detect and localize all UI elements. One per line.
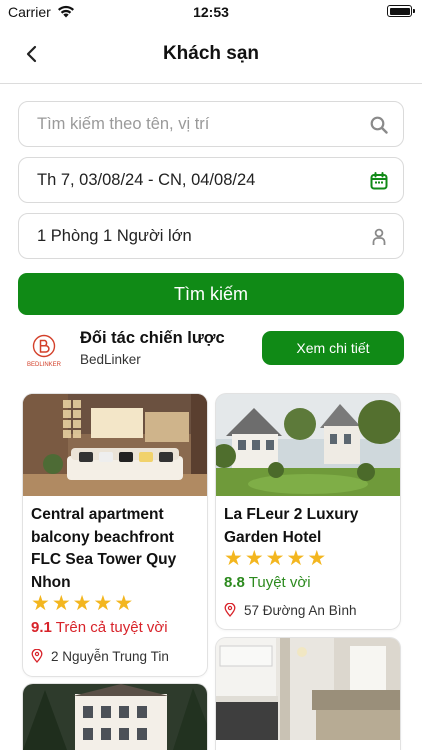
hotel-photo bbox=[216, 638, 400, 740]
star-icon: ★ bbox=[72, 592, 92, 615]
star-icon: ★ bbox=[51, 592, 71, 615]
partner-name: BedLinker bbox=[80, 352, 141, 367]
guests-value: 1 Phòng 1 Người lớn bbox=[37, 227, 192, 245]
star-rating: ★ ★ ★ ★ ★ bbox=[224, 547, 327, 570]
hotel-address: 2 Nguyễn Trung Tin bbox=[31, 649, 169, 664]
person-icon bbox=[372, 228, 386, 245]
rating-label: Tuyệt vời bbox=[248, 574, 311, 591]
search-input[interactable]: Tìm kiếm theo tên, vị trí bbox=[18, 101, 404, 147]
address-text: 2 Nguyễn Trung Tin bbox=[51, 649, 169, 664]
star-icon: ★ bbox=[307, 547, 327, 570]
star-icon: ★ bbox=[114, 592, 134, 615]
location-pin-icon bbox=[224, 603, 236, 617]
rating-score: 9.1 Trên cả tuyệt vời bbox=[31, 619, 168, 636]
calendar-icon bbox=[370, 172, 388, 190]
star-icon: ★ bbox=[286, 547, 306, 570]
search-icon[interactable] bbox=[369, 115, 389, 135]
date-range-field[interactable]: Th 7, 03/08/24 - CN, 04/08/24 bbox=[18, 157, 404, 203]
hotel-card[interactable]: Central apartment balcony beachfront FLC… bbox=[23, 394, 207, 676]
star-rating: ★ ★ ★ ★ ★ bbox=[31, 592, 134, 615]
rating-score: 8.8 Tuyệt vời bbox=[224, 574, 311, 591]
location-pin-icon bbox=[31, 649, 43, 663]
rating-number: 8.8 bbox=[224, 574, 245, 591]
hotel-name: La FLeur 2 Luxury Garden Hotel bbox=[224, 506, 359, 546]
star-icon: ★ bbox=[224, 547, 243, 570]
date-range-value: Th 7, 03/08/24 - CN, 04/08/24 bbox=[37, 171, 256, 189]
address-text: 57 Đường An Bình bbox=[244, 603, 357, 618]
hotel-card[interactable] bbox=[23, 684, 207, 750]
star-icon: ★ bbox=[244, 547, 264, 570]
view-details-button[interactable]: Xem chi tiết bbox=[262, 331, 404, 365]
hotel-photo bbox=[216, 394, 400, 496]
hotel-address: 57 Đường An Bình bbox=[224, 603, 356, 618]
star-icon: ★ bbox=[265, 547, 285, 570]
hotel-name: Central apartment balcony beachfront FLC… bbox=[31, 506, 177, 591]
hotel-photo bbox=[23, 394, 207, 496]
partner-title: Đối tác chiến lược bbox=[80, 329, 225, 347]
hotel-card[interactable] bbox=[216, 638, 400, 750]
rating-label: Trên cả tuyệt vời bbox=[55, 619, 168, 636]
bedlinker-logo: BEDLINKER bbox=[27, 334, 62, 368]
guests-field[interactable]: 1 Phòng 1 Người lớn bbox=[18, 213, 404, 259]
rating-number: 9.1 bbox=[31, 619, 52, 636]
search-placeholder: Tìm kiếm theo tên, vị trí bbox=[37, 115, 210, 133]
page-title: Khách sạn bbox=[162, 43, 260, 64]
star-icon: ★ bbox=[31, 592, 50, 615]
status-bar: Carrier 12:53 bbox=[0, 0, 422, 26]
hotel-card[interactable]: La FLeur 2 Luxury Garden Hotel ★ ★ ★ ★ ★ 8.8… bbox=[216, 394, 400, 629]
battery-icon bbox=[387, 5, 415, 17]
hotel-photo bbox=[23, 684, 207, 750]
search-button[interactable]: Tìm kiếm bbox=[18, 273, 404, 315]
status-time: 12:53 bbox=[193, 4, 229, 20]
nav-bar: Khách sạn bbox=[0, 26, 422, 84]
star-icon: ★ bbox=[93, 592, 113, 615]
svg-text:BEDLINKER: BEDLINKER bbox=[27, 362, 62, 368]
